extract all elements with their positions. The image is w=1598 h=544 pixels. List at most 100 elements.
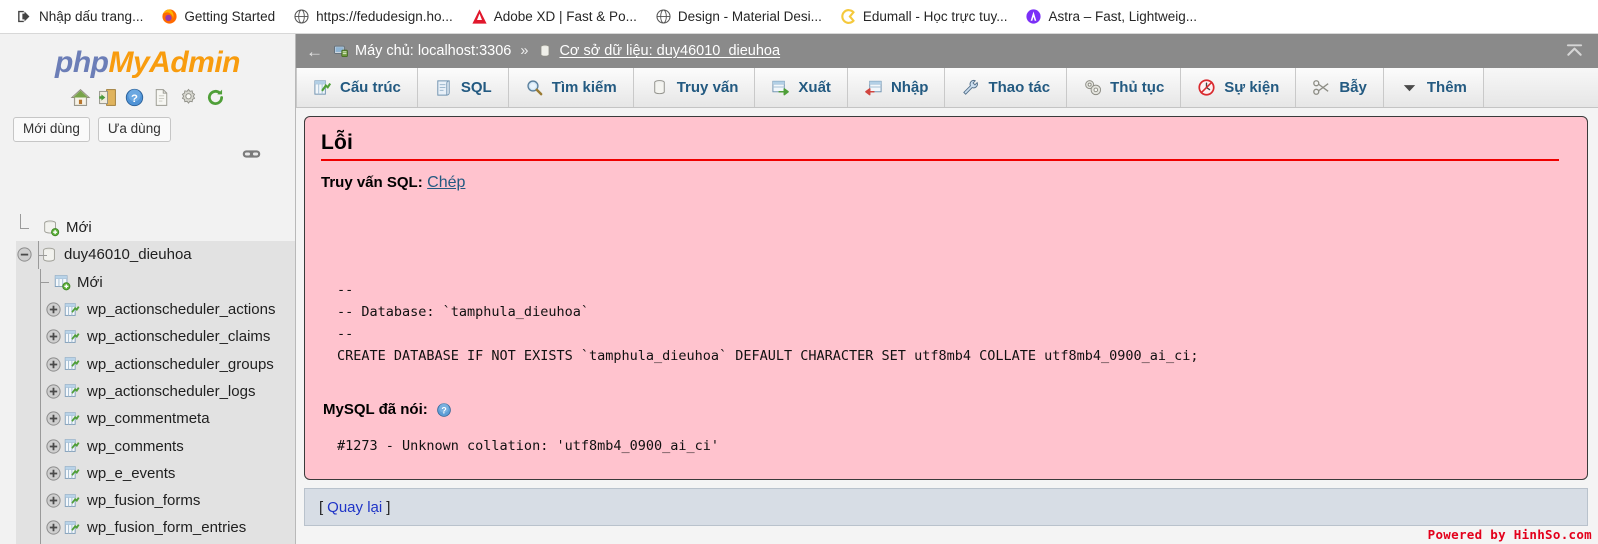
- tab-export[interactable]: Xuất: [755, 68, 848, 107]
- settings-icon[interactable]: [178, 87, 199, 108]
- tree-item-label: wp_actionscheduler_claims: [87, 328, 271, 346]
- new-database-icon: [44, 220, 60, 236]
- favorites-button[interactable]: Ưa dùng: [97, 117, 171, 143]
- tree-item-label: wp_commentmeta: [87, 410, 210, 428]
- collapse-minus-icon[interactable]: [16, 246, 33, 263]
- server-icon: [334, 45, 348, 57]
- expand-plus-icon[interactable]: [45, 438, 62, 455]
- chain-link-icon[interactable]: [242, 148, 261, 160]
- tab-label: Cấu trúc: [340, 79, 401, 96]
- tree-line: [16, 214, 29, 241]
- phpmyadmin-app: phpMyAdmin ? Mới dùng Ưa dùng Mới duy460…: [0, 34, 1598, 544]
- breadcrumb-server-segment[interactable]: Máy chủ: localhost:3306: [333, 43, 511, 59]
- tree-item-table[interactable]: wp_fusion_form_entries: [16, 514, 295, 542]
- error-message-text: #1273 - Unknown collation: 'utf8mb4_0900…: [337, 438, 720, 455]
- breadcrumb-separator: »: [520, 43, 529, 59]
- tab-routines[interactable]: Thủ tục: [1067, 68, 1182, 107]
- expand-plus-icon[interactable]: [45, 383, 62, 400]
- tab-structure[interactable]: Cấu trúc: [296, 68, 418, 107]
- bookmark-getting-started[interactable]: Getting Started: [153, 5, 283, 28]
- tree-item-table[interactable]: wp_comments: [16, 432, 295, 460]
- tab-search[interactable]: Tìm kiếm: [508, 68, 634, 107]
- bookmark-import-bookmarks[interactable]: Nhập dấu trang...: [8, 5, 151, 28]
- breadcrumb-database-label[interactable]: Cơ sở dữ liệu: duy46010_dieuhoa: [559, 43, 780, 59]
- bookmark-fedudesign[interactable]: https://fedudesign.ho...: [285, 5, 461, 28]
- tab-import[interactable]: Nhập: [847, 68, 946, 107]
- tab-label: Thủ tục: [1110, 79, 1165, 96]
- database-tree: Mới duy46010_dieuhoa Mới wp_actionschedu…: [0, 214, 295, 544]
- expand-plus-icon[interactable]: [45, 465, 62, 482]
- docs-icon[interactable]: [151, 87, 172, 108]
- back-link[interactable]: Quay lại: [327, 499, 382, 516]
- tree-item-table[interactable]: wp_actionscheduler_claims: [16, 323, 295, 351]
- tree-item-new-database[interactable]: Mới: [16, 214, 295, 241]
- collapse-up-icon[interactable]: [1565, 42, 1584, 60]
- database-icon: [541, 44, 550, 57]
- bracket-open: [: [319, 498, 324, 516]
- table-icon: [64, 384, 80, 398]
- tab-operations[interactable]: Thao tác: [945, 68, 1068, 107]
- bookmark-astra[interactable]: Astra – Fast, Lightweig...: [1017, 5, 1205, 28]
- recent-button[interactable]: Mới dùng: [13, 117, 90, 143]
- tree-line: [36, 405, 45, 433]
- astra-icon: [1026, 9, 1042, 24]
- tab-triggers[interactable]: Bẫy: [1296, 68, 1384, 107]
- breadcrumb-back-button[interactable]: ←: [302, 43, 333, 60]
- globe-icon: [656, 9, 671, 24]
- tree-item-table[interactable]: wp_actionscheduler_logs: [16, 377, 295, 406]
- expand-plus-icon[interactable]: [45, 410, 62, 427]
- help-icon[interactable]: ?: [124, 87, 145, 108]
- table-icon: [64, 357, 80, 370]
- edumall-icon: [841, 9, 855, 24]
- home-icon[interactable]: [70, 87, 91, 108]
- expand-plus-icon[interactable]: [45, 492, 62, 509]
- logout-icon[interactable]: [97, 87, 118, 108]
- tree-line: [36, 514, 45, 542]
- sidebar-quick-icons: ?: [0, 87, 295, 108]
- copy-query-link[interactable]: Chép: [427, 174, 465, 191]
- tree-line: [36, 486, 45, 515]
- tree-line: [36, 377, 45, 406]
- tree-item-table[interactable]: wp_commentmeta: [16, 405, 295, 433]
- bookmark-label: Astra – Fast, Lightweig...: [1048, 9, 1198, 24]
- phpmyadmin-logo[interactable]: phpMyAdmin: [0, 34, 295, 78]
- main-content-panel: ← Máy chủ: localhost:3306 » Cơ sở dữ liệ…: [296, 34, 1598, 544]
- bookmark-adobe-xd[interactable]: Adobe XD | Fast & Po...: [463, 5, 645, 28]
- tree-item-label: wp_actionscheduler_groups: [87, 355, 274, 373]
- bookmark-label: https://fedudesign.ho...: [316, 9, 453, 24]
- tree-item-table[interactable]: wp_e_events: [16, 459, 295, 488]
- tab-label: Tìm kiếm: [551, 79, 617, 96]
- bookmark-edumall[interactable]: Edumall - Học trực tuy...: [832, 5, 1016, 28]
- query-icon: [653, 80, 665, 95]
- reload-icon[interactable]: [205, 87, 226, 108]
- tree-item-new-table[interactable]: Mới: [16, 268, 295, 297]
- logo-myadmin: MyAdmin: [108, 46, 240, 79]
- expand-plus-icon[interactable]: [45, 301, 62, 318]
- bookmark-material-design[interactable]: Design - Material Desi...: [647, 5, 830, 28]
- tree-item-table[interactable]: wp_actionscheduler_groups: [16, 350, 295, 379]
- database-tree-scroll[interactable]: Mới duy46010_dieuhoa Mới wp_actionschedu…: [0, 214, 295, 544]
- search-icon: [527, 80, 543, 96]
- expand-plus-icon[interactable]: [45, 356, 62, 373]
- help-circle-icon[interactable]: ?: [436, 402, 452, 418]
- mysql-said-label: MySQL đã nói:: [323, 401, 428, 419]
- tab-more[interactable]: Thêm: [1383, 68, 1484, 107]
- expand-plus-icon[interactable]: [45, 328, 62, 345]
- tab-query[interactable]: Truy vấn: [633, 68, 756, 107]
- tree-item-database-duy46010-dieuhoa[interactable]: duy46010_dieuhoa: [16, 241, 295, 269]
- tab-sql[interactable]: SQL: [417, 68, 509, 107]
- bracket-close: ]: [386, 498, 391, 516]
- tree-item-table[interactable]: wp_fusion_forms: [16, 486, 295, 515]
- tab-events[interactable]: Sự kiện: [1181, 68, 1297, 107]
- tree-item-label: wp_fusion_form_entries: [87, 519, 247, 537]
- tree-item-table[interactable]: wp_actionscheduler_actions: [16, 295, 295, 324]
- table-icon: [64, 466, 80, 480]
- tab-bar-filler: [1483, 68, 1598, 107]
- table-icon: [64, 411, 80, 425]
- sql-icon: [437, 80, 450, 96]
- watermark-text: Powered by HinhSo.com: [1427, 527, 1592, 542]
- sql-query-text: -- -- Database: `tamphula_dieuhoa` -- CR…: [337, 282, 1199, 364]
- events-icon: [1198, 79, 1215, 96]
- breadcrumb-database-segment[interactable]: Cơ sở dữ liệu: duy46010_dieuhoa: [537, 43, 780, 59]
- expand-plus-icon[interactable]: [45, 519, 62, 536]
